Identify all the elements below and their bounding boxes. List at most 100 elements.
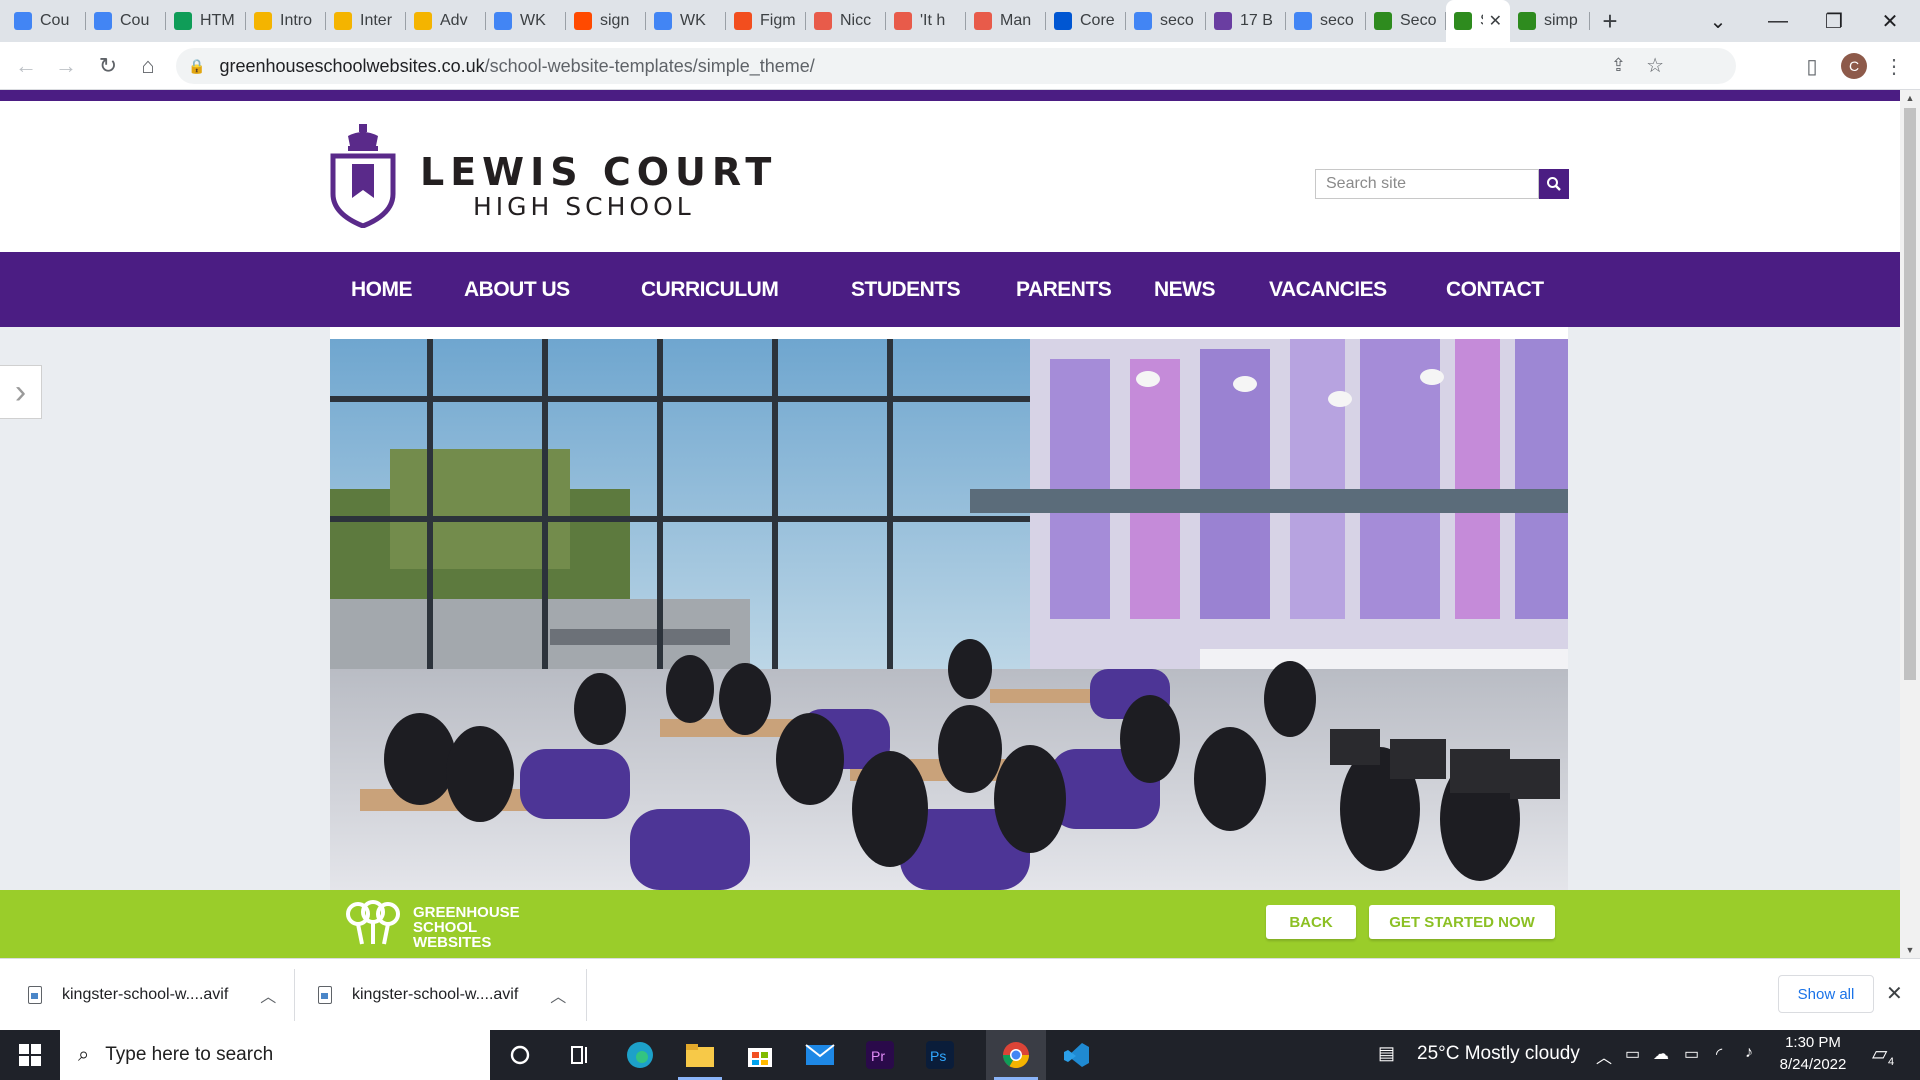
- notification-count: 4: [1888, 1056, 1895, 1068]
- browser-tab[interactable]: seco: [1286, 0, 1366, 42]
- search-icon: [1547, 177, 1561, 191]
- back-icon[interactable]: ←: [6, 46, 46, 86]
- browser-tab[interactable]: Seco: [1366, 0, 1446, 42]
- scroll-thumb[interactable]: [1904, 108, 1916, 680]
- device-icon[interactable]: ▭: [1625, 1044, 1640, 1064]
- back-button[interactable]: BACK: [1266, 905, 1356, 939]
- premiere-pro-icon[interactable]: Pr: [850, 1030, 910, 1080]
- file-icon: [28, 986, 42, 1004]
- microsoft-store-icon[interactable]: [730, 1030, 790, 1080]
- chrome-icon[interactable]: [986, 1030, 1046, 1080]
- browser-tab[interactable]: WK: [486, 0, 566, 42]
- site-search-button[interactable]: [1539, 169, 1569, 199]
- browser-tab[interactable]: Man: [966, 0, 1046, 42]
- browser-tab[interactable]: sign: [566, 0, 646, 42]
- school-name-line1[interactable]: LEWIS COURT: [420, 150, 777, 194]
- onedrive-icon[interactable]: ☁: [1653, 1044, 1669, 1064]
- browser-tab[interactable]: HTM: [166, 0, 246, 42]
- nav-curriculum[interactable]: CURRICULUM: [641, 252, 779, 327]
- notifications-icon[interactable]: ▱: [1872, 1041, 1887, 1066]
- close-tab-icon[interactable]: ✕: [1489, 11, 1502, 31]
- tab-title: WK: [680, 12, 706, 29]
- zapier-icon: [574, 12, 592, 30]
- tab-title: HTM: [200, 12, 235, 29]
- new-tab-button[interactable]: +: [1590, 0, 1630, 42]
- chevron-up-icon[interactable]: ︿: [1596, 1044, 1612, 1068]
- nav-contact[interactable]: CONTACT: [1446, 252, 1544, 327]
- monitor-icon: [974, 12, 992, 30]
- windows-start-icon[interactable]: [0, 1030, 60, 1080]
- clock-time[interactable]: 1:30 PM: [1768, 1034, 1858, 1051]
- docs-icon: [94, 12, 112, 30]
- download-item[interactable]: kingster-school-w....avif ︿: [28, 959, 276, 1031]
- menu-kebab-icon[interactable]: ⋮: [1874, 46, 1914, 86]
- nav-parents[interactable]: PARENTS: [1016, 252, 1112, 327]
- school-crest-icon[interactable]: [330, 124, 396, 228]
- browser-tab[interactable]: 'It h: [886, 0, 966, 42]
- restore-button[interactable]: ❐: [1806, 0, 1862, 42]
- weather-icon[interactable]: ▤: [1378, 1043, 1395, 1064]
- nav-home[interactable]: HOME: [351, 252, 413, 327]
- nav-about-us[interactable]: ABOUT US: [464, 252, 570, 327]
- divider: [586, 969, 587, 1021]
- photoshop-icon[interactable]: Ps: [910, 1030, 970, 1080]
- promo-bar: [0, 890, 1900, 958]
- close-window-button[interactable]: ✕: [1862, 0, 1918, 42]
- browser-tab[interactable]: 17 B: [1206, 0, 1286, 42]
- browser-tab[interactable]: Inter: [326, 0, 406, 42]
- site-search-input[interactable]: Search site: [1315, 169, 1539, 199]
- weather-text[interactable]: 25°C Mostly cloudy: [1417, 1043, 1580, 1065]
- side-panel-icon[interactable]: ▯: [1792, 46, 1832, 86]
- reload-icon[interactable]: ↻: [88, 46, 128, 86]
- browser-tab[interactable]: simp: [1510, 0, 1590, 42]
- home-icon[interactable]: ⌂: [128, 46, 168, 86]
- download-item[interactable]: kingster-school-w....avif ︿: [318, 959, 566, 1031]
- bookmark-star-icon[interactable]: ☆: [1646, 53, 1664, 78]
- taskbar-search-input[interactable]: ⌕ Type here to search: [60, 1030, 490, 1080]
- greenhouse-logo-icon[interactable]: [342, 900, 404, 946]
- browser-tab[interactable]: Adv: [406, 0, 486, 42]
- browser-tab[interactable]: seco: [1126, 0, 1206, 42]
- tab-search-icon[interactable]: ⌄: [1690, 0, 1746, 42]
- task-view-icon[interactable]: [550, 1030, 610, 1080]
- scroll-up-arrow-icon[interactable]: ▲: [1900, 90, 1920, 106]
- forward-icon[interactable]: →: [46, 46, 86, 86]
- browser-tab[interactable]: Core: [1046, 0, 1126, 42]
- nav-students[interactable]: STUDENTS: [851, 252, 961, 327]
- cortana-icon[interactable]: [490, 1030, 550, 1080]
- profile-avatar[interactable]: C: [1834, 46, 1874, 86]
- browser-tab[interactable]: WK: [646, 0, 726, 42]
- clock-date[interactable]: 8/24/2022: [1768, 1056, 1858, 1073]
- browser-tab[interactable]: Intro: [246, 0, 326, 42]
- show-all-downloads-button[interactable]: Show all: [1778, 975, 1874, 1013]
- browser-tab[interactable]: Cou: [6, 0, 86, 42]
- school-name-line2[interactable]: HIGH SCHOOL: [473, 192, 695, 221]
- browser-tab[interactable]: Figm: [726, 0, 806, 42]
- svg-text:Pr: Pr: [871, 1048, 885, 1064]
- tab-title: simp: [1544, 12, 1578, 29]
- share-icon[interactable]: ⇪: [1611, 55, 1626, 76]
- tabs-container: Cou Cou HTM Intro Inter Adv WK sign WK Figm Nicc 'I…: [0, 0, 1590, 42]
- battery-icon[interactable]: ▭: [1684, 1044, 1699, 1064]
- tab-title: Cou: [40, 12, 70, 29]
- volume-icon[interactable]: ♪: [1745, 1044, 1753, 1062]
- wifi-icon[interactable]: ◜: [1716, 1044, 1722, 1064]
- browser-tab[interactable]: Cou: [86, 0, 166, 42]
- browser-tab[interactable]: Nicc: [806, 0, 886, 42]
- scroll-down-arrow-icon[interactable]: ▼: [1900, 942, 1920, 958]
- edge-browser-icon[interactable]: [610, 1030, 670, 1080]
- nav-news[interactable]: NEWS: [1154, 252, 1216, 327]
- chevron-up-icon[interactable]: ︿: [550, 983, 566, 1007]
- get-started-button[interactable]: GET STARTED NOW: [1369, 905, 1555, 939]
- address-bar[interactable]: 🔒 greenhouseschoolwebsites.co.uk/school-…: [176, 48, 1736, 84]
- close-icon[interactable]: ✕: [1886, 981, 1903, 1006]
- file-explorer-icon[interactable]: [670, 1030, 730, 1080]
- mail-icon[interactable]: [790, 1030, 850, 1080]
- nav-vacancies[interactable]: VACANCIES: [1269, 252, 1387, 327]
- vscode-icon[interactable]: [1046, 1030, 1106, 1080]
- page-scrollbar[interactable]: ▲ ▼: [1900, 90, 1920, 958]
- minimize-button[interactable]: —: [1750, 0, 1806, 42]
- chevron-up-icon[interactable]: ︿: [260, 983, 276, 1007]
- browser-tab[interactable]: S✕: [1446, 0, 1510, 42]
- sidebar-expand-chevron-icon[interactable]: ›: [0, 365, 42, 419]
